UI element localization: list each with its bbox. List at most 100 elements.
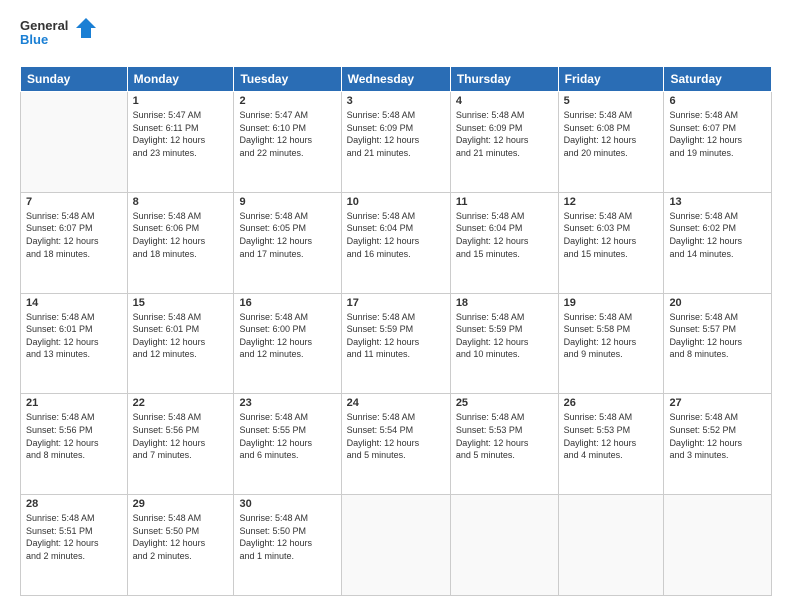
day-number: 19 <box>564 297 659 309</box>
day-cell: 17 Sunrise: 5:48 AM Sunset: 5:59 PM Dayli… <box>341 293 450 394</box>
day-cell: 7 Sunrise: 5:48 AM Sunset: 6:07 PM Daylig… <box>21 192 128 293</box>
day-number: 21 <box>26 397 122 409</box>
day-number: 9 <box>239 196 335 208</box>
day-info: Sunrise: 5:48 AM Sunset: 5:56 PM Dayligh… <box>26 411 122 461</box>
day-info: Sunrise: 5:48 AM Sunset: 5:59 PM Dayligh… <box>456 311 553 361</box>
day-info: Sunrise: 5:48 AM Sunset: 6:02 PM Dayligh… <box>669 210 766 260</box>
day-number: 16 <box>239 297 335 309</box>
day-number: 30 <box>239 498 335 510</box>
day-info: Sunrise: 5:48 AM Sunset: 5:52 PM Dayligh… <box>669 411 766 461</box>
day-cell: 9Sunrise: 5:48 AM Sunset: 6:05 PM Daylig… <box>234 192 341 293</box>
day-cell: 28 Sunrise: 5:48 AM Sunset: 5:51 PM Dayli… <box>21 495 128 596</box>
day-number: 23 <box>239 397 335 409</box>
day-cell: 20 Sunrise: 5:48 AM Sunset: 5:57 PM Dayli… <box>664 293 772 394</box>
day-info: Sunrise: 5:48 AM Sunset: 6:01 PM Dayligh… <box>133 311 229 361</box>
day-cell: 15 Sunrise: 5:48 AM Sunset: 6:01 PM Dayli… <box>127 293 234 394</box>
weekday-wednesday: Wednesday <box>341 67 450 92</box>
day-cell: 26 Sunrise: 5:48 AM Sunset: 5:53 PM Dayli… <box>558 394 664 495</box>
week-row-5: 28 Sunrise: 5:48 AM Sunset: 5:51 PM Dayli… <box>21 495 772 596</box>
day-info: Sunrise: 5:48 AM Sunset: 5:58 PM Dayligh… <box>564 311 659 361</box>
page: General Blue SundayMondayTuesdayWednesda… <box>0 0 792 612</box>
day-info: Sunrise: 5:48 AM Sunset: 6:07 PM Dayligh… <box>26 210 122 260</box>
day-cell: 18Sunrise: 5:48 AM Sunset: 5:59 PM Dayli… <box>450 293 558 394</box>
day-number: 15 <box>133 297 229 309</box>
day-info: Sunrise: 5:48 AM Sunset: 6:01 PM Dayligh… <box>26 311 122 361</box>
day-cell: 13 Sunrise: 5:48 AM Sunset: 6:02 PM Dayli… <box>664 192 772 293</box>
day-info: Sunrise: 5:48 AM Sunset: 6:03 PM Dayligh… <box>564 210 659 260</box>
day-cell: 2Sunrise: 5:47 AM Sunset: 6:10 PM Daylig… <box>234 92 341 193</box>
day-cell: 21 Sunrise: 5:48 AM Sunset: 5:56 PM Dayli… <box>21 394 128 495</box>
day-number: 22 <box>133 397 229 409</box>
day-cell: 16 Sunrise: 5:48 AM Sunset: 6:00 PM Dayli… <box>234 293 341 394</box>
day-info: Sunrise: 5:48 AM Sunset: 5:50 PM Dayligh… <box>133 512 229 562</box>
day-cell: 25Sunrise: 5:48 AM Sunset: 5:53 PM Dayli… <box>450 394 558 495</box>
header: General Blue <box>20 16 772 56</box>
day-number: 17 <box>347 297 445 309</box>
day-info: Sunrise: 5:48 AM Sunset: 5:59 PM Dayligh… <box>347 311 445 361</box>
day-cell: 8 Sunrise: 5:48 AM Sunset: 6:06 PM Daylig… <box>127 192 234 293</box>
day-number: 26 <box>564 397 659 409</box>
day-cell: 11Sunrise: 5:48 AM Sunset: 6:04 PM Dayli… <box>450 192 558 293</box>
day-number: 8 <box>133 196 229 208</box>
weekday-thursday: Thursday <box>450 67 558 92</box>
day-number: 10 <box>347 196 445 208</box>
day-number: 3 <box>347 95 445 107</box>
day-number: 6 <box>669 95 766 107</box>
day-cell: 14 Sunrise: 5:48 AM Sunset: 6:01 PM Dayli… <box>21 293 128 394</box>
day-cell: 30 Sunrise: 5:48 AM Sunset: 5:50 PM Dayli… <box>234 495 341 596</box>
logo-text: General Blue <box>20 16 100 56</box>
day-cell: 12Sunrise: 5:48 AM Sunset: 6:03 PM Dayli… <box>558 192 664 293</box>
day-number: 29 <box>133 498 229 510</box>
day-info: Sunrise: 5:48 AM Sunset: 6:09 PM Dayligh… <box>347 109 445 159</box>
day-info: Sunrise: 5:48 AM Sunset: 5:57 PM Dayligh… <box>669 311 766 361</box>
day-info: Sunrise: 5:48 AM Sunset: 6:08 PM Dayligh… <box>564 109 659 159</box>
day-info: Sunrise: 5:48 AM Sunset: 5:56 PM Dayligh… <box>133 411 229 461</box>
day-info: Sunrise: 5:48 AM Sunset: 6:07 PM Dayligh… <box>669 109 766 159</box>
day-cell: 27 Sunrise: 5:48 AM Sunset: 5:52 PM Dayli… <box>664 394 772 495</box>
day-cell: 4 Sunrise: 5:48 AM Sunset: 6:09 PM Daylig… <box>450 92 558 193</box>
day-info: Sunrise: 5:48 AM Sunset: 5:53 PM Dayligh… <box>564 411 659 461</box>
day-info: Sunrise: 5:48 AM Sunset: 6:04 PM Dayligh… <box>456 210 553 260</box>
day-cell: 24 Sunrise: 5:48 AM Sunset: 5:54 PM Dayli… <box>341 394 450 495</box>
logo: General Blue <box>20 16 100 56</box>
day-number: 2 <box>239 95 335 107</box>
day-info: Sunrise: 5:48 AM Sunset: 5:51 PM Dayligh… <box>26 512 122 562</box>
day-info: Sunrise: 5:48 AM Sunset: 5:55 PM Dayligh… <box>239 411 335 461</box>
day-info: Sunrise: 5:48 AM Sunset: 5:50 PM Dayligh… <box>239 512 335 562</box>
day-number: 5 <box>564 95 659 107</box>
day-cell: 3 Sunrise: 5:48 AM Sunset: 6:09 PM Daylig… <box>341 92 450 193</box>
day-number: 27 <box>669 397 766 409</box>
day-cell: 6 Sunrise: 5:48 AM Sunset: 6:07 PM Daylig… <box>664 92 772 193</box>
day-cell <box>21 92 128 193</box>
day-number: 14 <box>26 297 122 309</box>
week-row-2: 7 Sunrise: 5:48 AM Sunset: 6:07 PM Daylig… <box>21 192 772 293</box>
day-number: 4 <box>456 95 553 107</box>
day-info: Sunrise: 5:48 AM Sunset: 6:00 PM Dayligh… <box>239 311 335 361</box>
day-number: 13 <box>669 196 766 208</box>
day-cell: 29 Sunrise: 5:48 AM Sunset: 5:50 PM Dayli… <box>127 495 234 596</box>
day-cell <box>558 495 664 596</box>
svg-text:General: General <box>20 18 68 33</box>
weekday-sunday: Sunday <box>21 67 128 92</box>
week-row-4: 21 Sunrise: 5:48 AM Sunset: 5:56 PM Dayli… <box>21 394 772 495</box>
day-cell: 1Sunrise: 5:47 AM Sunset: 6:11 PM Daylig… <box>127 92 234 193</box>
day-cell <box>341 495 450 596</box>
day-number: 20 <box>669 297 766 309</box>
day-number: 7 <box>26 196 122 208</box>
day-number: 28 <box>26 498 122 510</box>
day-number: 24 <box>347 397 445 409</box>
svg-text:Blue: Blue <box>20 32 48 47</box>
day-info: Sunrise: 5:48 AM Sunset: 5:53 PM Dayligh… <box>456 411 553 461</box>
day-info: Sunrise: 5:48 AM Sunset: 5:54 PM Dayligh… <box>347 411 445 461</box>
day-cell: 22 Sunrise: 5:48 AM Sunset: 5:56 PM Dayli… <box>127 394 234 495</box>
week-row-3: 14 Sunrise: 5:48 AM Sunset: 6:01 PM Dayli… <box>21 293 772 394</box>
week-row-1: 1Sunrise: 5:47 AM Sunset: 6:11 PM Daylig… <box>21 92 772 193</box>
weekday-header-row: SundayMondayTuesdayWednesdayThursdayFrid… <box>21 67 772 92</box>
day-cell <box>450 495 558 596</box>
day-info: Sunrise: 5:48 AM Sunset: 6:04 PM Dayligh… <box>347 210 445 260</box>
day-cell: 23 Sunrise: 5:48 AM Sunset: 5:55 PM Dayli… <box>234 394 341 495</box>
day-info: Sunrise: 5:48 AM Sunset: 6:06 PM Dayligh… <box>133 210 229 260</box>
weekday-monday: Monday <box>127 67 234 92</box>
day-cell <box>664 495 772 596</box>
day-info: Sunrise: 5:48 AM Sunset: 6:09 PM Dayligh… <box>456 109 553 159</box>
